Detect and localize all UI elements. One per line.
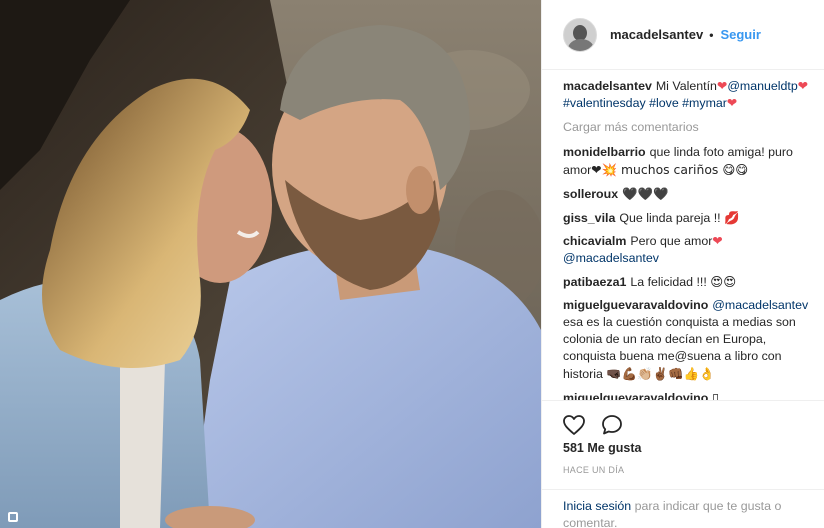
caption: macadelsantev Mi Valentín❤@manueldtp❤ #va… <box>563 78 810 112</box>
comment-emoji: 😍😍 <box>710 274 737 289</box>
header-username[interactable]: macadelsantev <box>610 27 703 42</box>
post-timestamp[interactable]: HACE UN DÍA <box>542 465 824 475</box>
comment-emoji: ❤ <box>712 234 723 248</box>
caption-hashtags[interactable]: #valentinesday #love #mymar <box>563 96 727 110</box>
comment: miguelguevaravaldovino ▯ <box>563 389 810 400</box>
comment-icon[interactable] <box>600 413 624 437</box>
comment: miguelguevaravaldovino @macadelsantev esa… <box>563 297 810 383</box>
comments-list[interactable]: macadelsantev Mi Valentín❤@manueldtp❤ #va… <box>563 78 810 400</box>
separator-dot: • <box>709 27 714 42</box>
comment: chicavialm Pero que amor❤ @macadelsantev <box>563 233 810 267</box>
post-header: macadelsantev • Seguir <box>542 0 824 70</box>
comment-mention[interactable]: @macadelsantev <box>712 298 808 312</box>
comment-username[interactable]: miguelguevaravaldovino <box>563 298 708 312</box>
comment-username[interactable]: chicavialm <box>563 234 626 248</box>
multiple-photos-icon <box>8 512 18 522</box>
caption-mention[interactable]: @manueldtp <box>727 79 797 93</box>
comment-text: Pero que amor <box>630 234 713 248</box>
caption-username[interactable]: macadelsantev <box>563 79 652 93</box>
avatar[interactable] <box>563 17 597 52</box>
comment-username[interactable]: miguelguevaravaldovino <box>563 391 708 400</box>
caption-text: Mi Valentín <box>655 79 717 93</box>
comment: giss_vila Que linda pareja !! 💋 <box>563 209 810 227</box>
couple-photo-illustration <box>0 0 541 528</box>
comment-emoji: ▯ <box>712 390 720 400</box>
comment-emoji: 🖤🖤🖤 <box>622 186 669 201</box>
comment: solleroux 🖤🖤🖤 <box>563 185 810 203</box>
post-details-panel: macadelsantev • Seguir macadelsantev Mi V… <box>541 0 824 528</box>
post-photo[interactable] <box>0 0 541 528</box>
comment-emoji: 💋 <box>724 210 740 225</box>
comment-username[interactable]: solleroux <box>563 187 618 201</box>
load-more-comments-button[interactable]: Cargar más comentarios <box>563 119 810 136</box>
comment: patibaeza1 La felicidad !!! 😍😍 <box>563 273 810 291</box>
comment-username[interactable]: patibaeza1 <box>563 275 626 289</box>
heart-icon[interactable] <box>562 413 586 437</box>
comment-text: Que linda pareja !! <box>619 211 721 225</box>
comment-text: La felicidad !!! <box>630 275 707 289</box>
heart-emoji: ❤ <box>726 96 738 110</box>
comment-username[interactable]: monidelbarrio <box>563 145 646 159</box>
comment: monidelbarrio que linda foto amiga! puro … <box>563 144 810 179</box>
action-icons <box>542 401 824 441</box>
comment-emoji: 🤜🏿💪🏾👏🏼✌🏾👊🏾👍👌 <box>606 366 715 381</box>
comment-mention[interactable]: @macadelsantev <box>563 251 659 265</box>
comment-username[interactable]: giss_vila <box>563 211 615 225</box>
comment-emoji: ❤💥 muchos cariños 😋😋 <box>591 162 749 177</box>
follow-button[interactable]: Seguir <box>720 27 760 42</box>
login-link[interactable]: Inicia sesión <box>563 499 631 513</box>
login-prompt: Inicia sesión para indicar que te gusta … <box>542 489 824 528</box>
heart-emoji: ❤ <box>716 79 728 93</box>
post-actions: 581 Me gusta HACE UN DÍA Inicia sesión p… <box>542 400 824 528</box>
likes-count[interactable]: 581 Me gusta <box>542 441 824 455</box>
heart-emoji: ❤ <box>797 79 809 93</box>
